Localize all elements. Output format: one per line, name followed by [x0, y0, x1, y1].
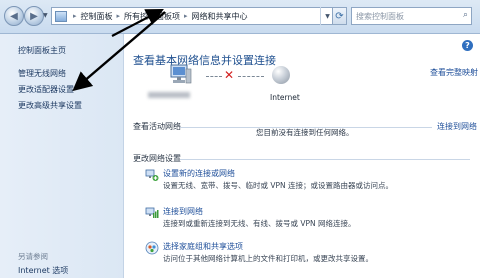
breadcrumb[interactable]: ▸ 控制面板 ▸ 所有控制面板项 ▸ 网络和共享中心: [51, 7, 333, 25]
new-connection-icon: [145, 169, 159, 181]
page-title: 查看基本网络信息并设置连接: [133, 54, 276, 67]
sidebar-item-internet-options[interactable]: Internet 选项: [18, 265, 68, 276]
breadcrumb-control-panel[interactable]: 控制面板: [81, 11, 113, 22]
connection-line: [238, 76, 264, 77]
see-also-heading: 另请参阅: [18, 252, 48, 261]
breadcrumb-separator: ▸: [184, 12, 188, 20]
recent-pages-dropdown-icon[interactable]: ▼: [43, 12, 48, 19]
back-arrow-icon: ◀: [10, 10, 18, 22]
sidebar-home-link[interactable]: 控制面板主页: [18, 45, 66, 56]
help-icon[interactable]: ?: [462, 40, 473, 51]
search-placeholder: 搜索控制面板: [356, 12, 404, 21]
connect-to-network-desc: 连接到或重新连接到无线、有线、拨号或 VPN 网络连接。: [163, 219, 356, 228]
internet-label: Internet: [270, 93, 300, 102]
connection-line: [206, 76, 222, 77]
not-connected-text: 您目前没有连接到任何网络。: [256, 128, 354, 137]
active-networks-heading: 查看活动网络: [133, 122, 181, 131]
address-bar: ◀ ▶ ▼ ▸ 控制面板 ▸ 所有控制面板项 ▸ 网络和共享中心 ▼ ⟳ 搜索控…: [0, 0, 480, 34]
sidebar-item-adapter-settings[interactable]: 更改适配器设置: [18, 84, 74, 95]
computer-name-redacted: [148, 92, 190, 98]
change-settings-heading: 更改网络设置: [133, 154, 181, 163]
forward-arrow-icon: ▶: [30, 10, 38, 22]
homegroup-sharing-desc: 访问位于其他网络计算机上的文件和打印机，或更改共享设置。: [163, 254, 373, 263]
setup-connection-link[interactable]: 设置新的连接或网络: [163, 168, 235, 179]
breadcrumb-all-items[interactable]: 所有控制面板项: [124, 11, 180, 22]
address-dropdown-icon[interactable]: ▼: [320, 7, 334, 25]
homegroup-sharing-link[interactable]: 选择家庭组和共享选项: [163, 241, 243, 252]
setup-connection-desc: 设置无线、宽带、拨号、临时或 VPN 连接；或设置路由器或访问点。: [163, 181, 394, 190]
breadcrumb-network-center[interactable]: 网络和共享中心: [192, 11, 248, 22]
back-button[interactable]: ◀: [4, 6, 24, 26]
connect-to-network-link[interactable]: 连接到网络: [163, 206, 203, 217]
forward-button[interactable]: ▶: [24, 6, 44, 26]
breadcrumb-separator: ▸: [73, 12, 77, 20]
control-panel-icon: [55, 10, 67, 22]
breadcrumb-separator: ▸: [116, 12, 121, 20]
sidebar-item-manage-wireless[interactable]: 管理无线网络: [18, 68, 66, 79]
search-icon: ⌕: [462, 10, 468, 20]
homegroup-icon: [145, 241, 159, 255]
divider: [180, 159, 470, 160]
connect-network-link[interactable]: 连接到网络: [437, 121, 477, 132]
full-map-link[interactable]: 查看完整映射: [430, 67, 478, 78]
disconnected-x-icon: ✕: [224, 68, 235, 82]
computer-icon: [170, 64, 192, 84]
refresh-button[interactable]: ⟳: [333, 7, 347, 25]
refresh-icon: ⟳: [335, 10, 344, 22]
search-input[interactable]: 搜索控制面板 ⌕: [351, 7, 472, 25]
sidebar-item-advanced-sharing[interactable]: 更改高级共享设置: [18, 100, 82, 111]
internet-globe-icon: [272, 66, 290, 84]
connect-network-icon: [145, 207, 159, 218]
